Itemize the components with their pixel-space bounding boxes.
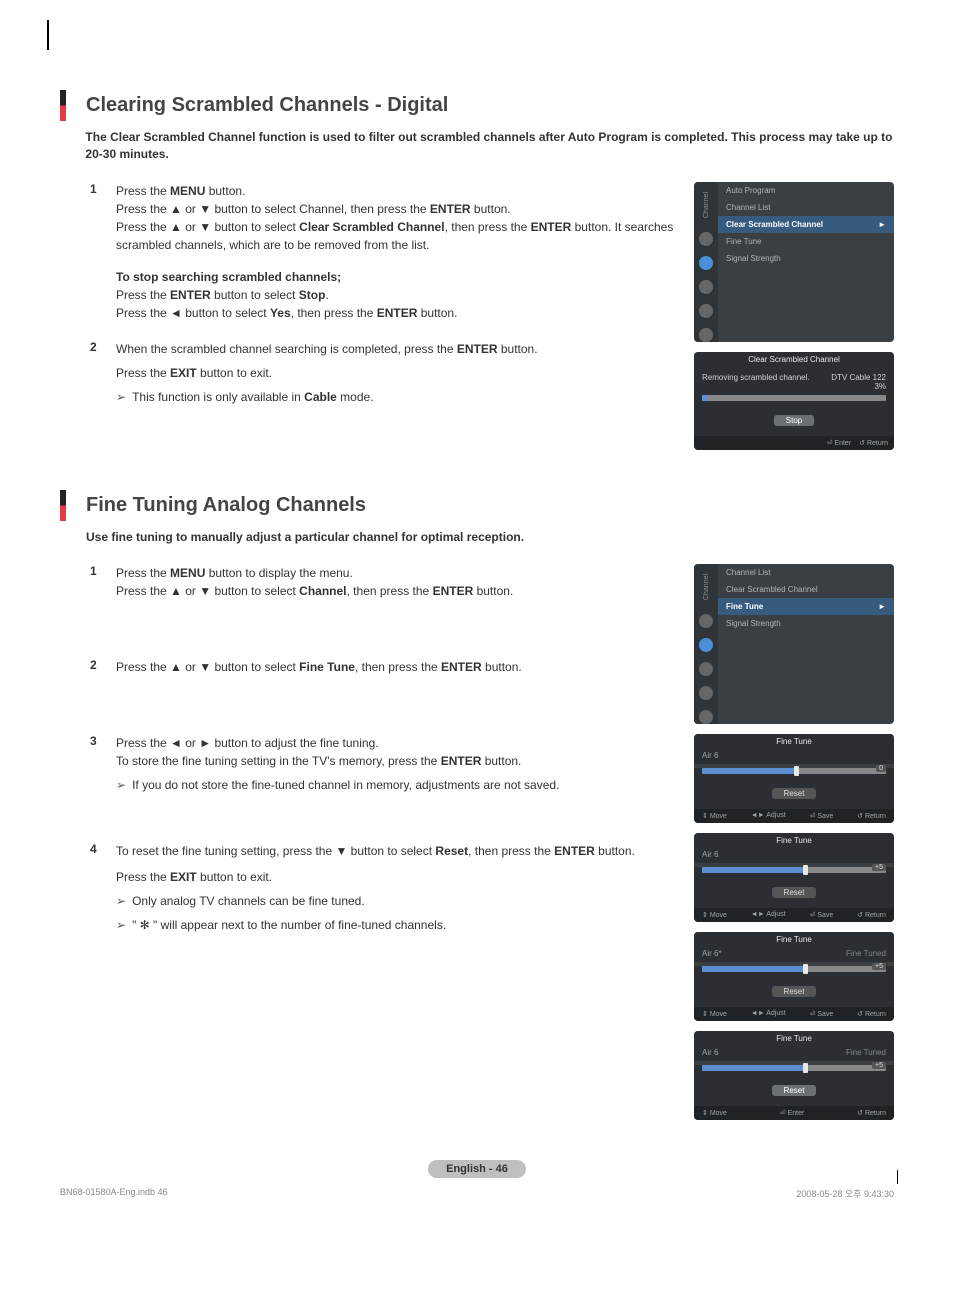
fine-tune-slider[interactable]: 0 <box>702 768 886 774</box>
osd-item: Channel List <box>718 199 894 216</box>
signal-icon <box>699 304 713 318</box>
osd-channel-menu-2: Channel Channel List Clear Scrambled Cha… <box>694 564 894 724</box>
channel-readout: Air 6 <box>702 1048 718 1057</box>
leftright-icon: ◄► <box>751 812 765 819</box>
enter-icon: ⏎ <box>810 813 816 820</box>
section2-intro: Use fine tuning to manually adjust a par… <box>86 529 524 546</box>
section2-title: Fine Tuning Analog Channels <box>86 490 366 521</box>
enter-icon: ⏎ <box>810 912 816 919</box>
slider-value: 0 <box>876 765 886 772</box>
doc-foot-right: 2008-05-28 오후 9:43:30 <box>796 1187 894 1200</box>
fine-tune-slider[interactable]: +5 <box>702 867 886 873</box>
leftright-icon: ◄► <box>751 911 765 918</box>
note-cable-only: This function is only available in Cable… <box>116 388 538 406</box>
note-not-saved: If you do not store the fine-tuned chann… <box>116 776 559 794</box>
stop-button[interactable]: Stop <box>774 415 814 426</box>
osd-clear-progress: Clear Scrambled Channel Removing scrambl… <box>694 352 894 450</box>
section1-intro: The Clear Scrambled Channel function is … <box>85 129 894 164</box>
circle-icon <box>699 232 713 246</box>
drop-icon <box>699 256 713 270</box>
status-readout: Fine Tuned <box>846 1048 886 1057</box>
osd-fine-tune-0: Fine TuneAir 60Reset⇕ Move◄► Adjust⏎ Sav… <box>694 734 894 823</box>
return-icon: ↺ <box>857 912 863 919</box>
channel-readout: DTV Cable 122 <box>831 373 886 382</box>
signal-icon <box>699 686 713 700</box>
input-icon <box>699 328 713 342</box>
s1-step1: 1 Press the MENU button. Press the ▲ or … <box>90 182 674 322</box>
s2-step3: 3 Press the ◄ or ► button to adjust the … <box>90 734 674 794</box>
s1-step2: 2 When the scrambled channel searching i… <box>90 340 674 406</box>
section1-title: Clearing Scrambled Channels - Digital <box>86 90 448 121</box>
section1-intro-row: The Clear Scrambled Channel function is … <box>60 129 894 164</box>
osd-item: Fine Tune <box>718 233 894 250</box>
circle-icon <box>699 614 713 628</box>
return-icon: ↺ <box>857 1011 863 1018</box>
enter-icon: ⏎ <box>780 1110 786 1117</box>
osd-title: Fine Tune <box>694 833 894 848</box>
osd-fine-tune-1: Fine TuneAir 6+5Reset⇕ Move◄► Adjust⏎ Sa… <box>694 833 894 922</box>
osd-item: Signal Strength <box>718 615 894 632</box>
osd-item-selected: Clear Scrambled Channel ► <box>718 216 894 233</box>
osd-item: Auto Program <box>718 182 894 199</box>
doc-foot-left: BN68-01580A-Eng.indb 46 <box>60 1187 168 1200</box>
s2-step1: 1 Press the MENU button to display the m… <box>90 564 674 600</box>
return-icon: ↺ <box>857 1110 863 1117</box>
drop-icon <box>699 638 713 652</box>
note-asterisk: " ✻ " will appear next to the number of … <box>116 916 635 934</box>
osd-title: Fine Tune <box>694 734 894 749</box>
updown-icon: ⇕ <box>702 1011 708 1018</box>
enter-icon: ⏎ <box>810 1011 816 1018</box>
osd-fine-tune-3: Fine TuneAir 6Fine Tuned+5Reset⇕ Move⏎ E… <box>694 1031 894 1120</box>
osd-channel-menu-1: Channel Auto Program Channel List Clear … <box>694 182 894 342</box>
reset-button[interactable]: Reset <box>772 788 817 799</box>
s2-step4: 4 To reset the fine tuning setting, pres… <box>90 842 674 934</box>
osd-title: Fine Tune <box>694 1031 894 1046</box>
channel-readout: Air 6 <box>702 850 718 859</box>
osd-fine-tune-2: Fine TuneAir 6*Fine Tuned+5Reset⇕ Move◄►… <box>694 932 894 1021</box>
osd-title: Fine Tune <box>694 932 894 947</box>
page-number: English - 46 <box>428 1160 526 1178</box>
return-icon: ↺ <box>859 440 865 447</box>
chevron-right-icon: ► <box>878 220 886 229</box>
channel-readout: Air 6 <box>702 751 718 760</box>
section2-intro-row: Use fine tuning to manually adjust a par… <box>60 529 894 546</box>
chevron-right-icon: ► <box>878 602 886 611</box>
gear-icon <box>699 662 713 676</box>
section2-header: Fine Tuning Analog Channels <box>60 490 894 521</box>
fine-tune-slider[interactable]: +5 <box>702 1065 886 1071</box>
s2-step2: 2 Press the ▲ or ▼ button to select Fine… <box>90 658 674 676</box>
return-icon: ↺ <box>857 813 863 820</box>
note-analog-only: Only analog TV channels can be fine tune… <box>116 892 635 910</box>
osd-title: Clear Scrambled Channel <box>694 352 894 367</box>
status-readout: Fine Tuned <box>846 949 886 958</box>
reset-button[interactable]: Reset <box>772 1085 817 1096</box>
slider-value: +5 <box>872 864 886 871</box>
doc-footer: BN68-01580A-Eng.indb 46 2008-05-28 오후 9:… <box>60 1187 894 1200</box>
osd-tab-label: Channel <box>703 188 710 222</box>
channel-readout: Air 6* <box>702 949 722 958</box>
stop-heading: To stop searching scrambled channels; <box>116 270 341 284</box>
osd-tab-label: Channel <box>703 570 710 604</box>
percent-readout: 3% <box>831 382 886 391</box>
updown-icon: ⇕ <box>702 912 708 919</box>
fine-tune-slider[interactable]: +5 <box>702 966 886 972</box>
input-icon <box>699 710 713 724</box>
osd-item: Signal Strength <box>718 250 894 267</box>
slider-value: +5 <box>872 1062 886 1069</box>
reset-button[interactable]: Reset <box>772 887 817 898</box>
updown-icon: ⇕ <box>702 813 708 820</box>
progress-msg: Removing scrambled channel. <box>702 373 810 391</box>
updown-icon: ⇕ <box>702 1110 708 1117</box>
section1-header: Clearing Scrambled Channels - Digital <box>60 90 894 121</box>
osd-item-selected: Fine Tune ► <box>718 598 894 615</box>
slider-value: +5 <box>872 963 886 970</box>
reset-button[interactable]: Reset <box>772 986 817 997</box>
osd-item: Channel List <box>718 564 894 581</box>
enter-icon: ⏎ <box>827 440 833 447</box>
gear-icon <box>699 280 713 294</box>
osd-item: Clear Scrambled Channel <box>718 581 894 598</box>
leftright-icon: ◄► <box>751 1010 765 1017</box>
